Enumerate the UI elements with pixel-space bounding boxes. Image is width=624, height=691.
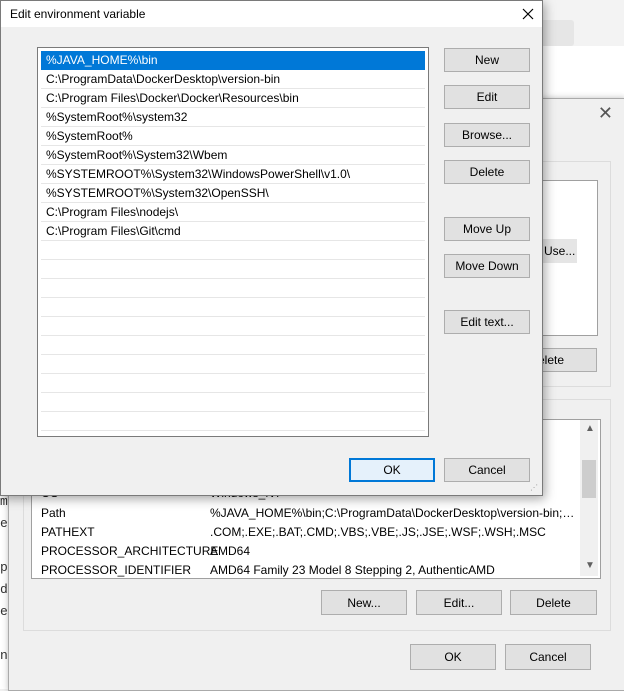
empty-list-row[interactable] <box>41 260 425 279</box>
list-item[interactable]: %SYSTEMROOT%\System32\OpenSSH\ <box>41 184 425 203</box>
background-toolbar-button <box>540 20 574 46</box>
edit-text-button[interactable]: Edit text... <box>444 310 530 334</box>
list-item[interactable]: C:\Program Files\Docker\Docker\Resources… <box>41 89 425 108</box>
list-item[interactable]: %SystemRoot%\system32 <box>41 108 425 127</box>
variable-value: %JAVA_HOME%\bin;C:\ProgramData\DockerDes… <box>210 506 578 520</box>
scroll-up-icon[interactable]: ▲ <box>585 423 595 434</box>
list-item[interactable]: %SystemRoot% <box>41 127 425 146</box>
env-ok-button[interactable]: OK <box>410 644 496 670</box>
system-new-button[interactable]: New... <box>321 590 407 615</box>
variable-name: PATHEXT <box>41 525 95 539</box>
user-variables-button[interactable]: Use... <box>541 239 577 263</box>
table-row[interactable]: PROCESSOR_ARCHITECTURE AMD64 <box>36 542 584 561</box>
empty-list-row[interactable] <box>41 393 425 412</box>
list-item[interactable]: C:\ProgramData\DockerDesktop\version-bin <box>41 70 425 89</box>
scroll-down-icon[interactable]: ▼ <box>585 560 595 571</box>
list-item[interactable]: %JAVA_HOME%\bin <box>41 51 425 70</box>
move-up-button[interactable]: Move Up <box>444 217 530 241</box>
table-row[interactable]: Path %JAVA_HOME%\bin;C:\ProgramData\Dock… <box>36 504 584 523</box>
empty-list-row[interactable] <box>41 355 425 374</box>
empty-list-row[interactable] <box>41 241 425 260</box>
ok-button[interactable]: OK <box>349 458 435 482</box>
empty-list-row[interactable] <box>41 374 425 393</box>
variable-value: .COM;.EXE;.BAT;.CMD;.VBS;.VBE;.JS;.JSE;.… <box>210 525 546 539</box>
close-icon[interactable]: ✕ <box>598 103 613 124</box>
system-delete-button[interactable]: Delete <box>510 590 597 615</box>
browse-button[interactable]: Browse... <box>444 123 530 147</box>
empty-list-row[interactable] <box>41 317 425 336</box>
variable-value: AMD64 <box>210 544 251 558</box>
table-row[interactable]: PROCESSOR_IDENTIFIER AMD64 Family 23 Mod… <box>36 561 584 580</box>
empty-list-row[interactable] <box>41 336 425 355</box>
edit-button[interactable]: Edit <box>444 85 530 109</box>
list-item[interactable]: C:\Program Files\Git\cmd <box>41 222 425 241</box>
variable-name: Path <box>41 506 66 520</box>
new-button[interactable]: New <box>444 48 530 72</box>
scrollbar-thumb[interactable] <box>582 460 596 498</box>
list-item[interactable]: C:\Program Files\nodejs\ <box>41 203 425 222</box>
system-edit-button[interactable]: Edit... <box>416 590 502 615</box>
close-icon[interactable] <box>513 1 543 27</box>
dialog-title: Edit environment variable <box>10 7 146 21</box>
empty-list-row[interactable] <box>41 298 425 317</box>
variable-value: AMD64 Family 23 Model 8 Stepping 2, Auth… <box>210 563 495 577</box>
delete-button[interactable]: Delete <box>444 160 530 184</box>
path-list[interactable]: %JAVA_HOME%\bin C:\ProgramData\DockerDes… <box>37 47 429 437</box>
variable-name: PROCESSOR_ARCHITECTURE <box>41 544 219 558</box>
edit-environment-variable-dialog: Edit environment variable %JAVA_HOME%\bi… <box>0 0 543 496</box>
resize-grip-icon[interactable]: ⋰ <box>530 483 540 493</box>
vertical-scrollbar[interactable]: ▲ ▼ <box>580 420 598 576</box>
env-cancel-button[interactable]: Cancel <box>505 644 591 670</box>
cancel-button[interactable]: Cancel <box>444 458 530 482</box>
empty-list-row[interactable] <box>41 279 425 298</box>
move-down-button[interactable]: Move Down <box>444 254 530 278</box>
variable-name: PROCESSOR_IDENTIFIER <box>41 563 192 577</box>
list-item[interactable]: %SystemRoot%\System32\Wbem <box>41 146 425 165</box>
list-item[interactable]: %SYSTEMROOT%\System32\WindowsPowerShell\… <box>41 165 425 184</box>
dialog-titlebar: Edit environment variable <box>1 1 542 27</box>
empty-list-row[interactable] <box>41 412 425 431</box>
table-row[interactable]: PATHEXT .COM;.EXE;.BAT;.CMD;.VBS;.VBE;.J… <box>36 523 584 542</box>
